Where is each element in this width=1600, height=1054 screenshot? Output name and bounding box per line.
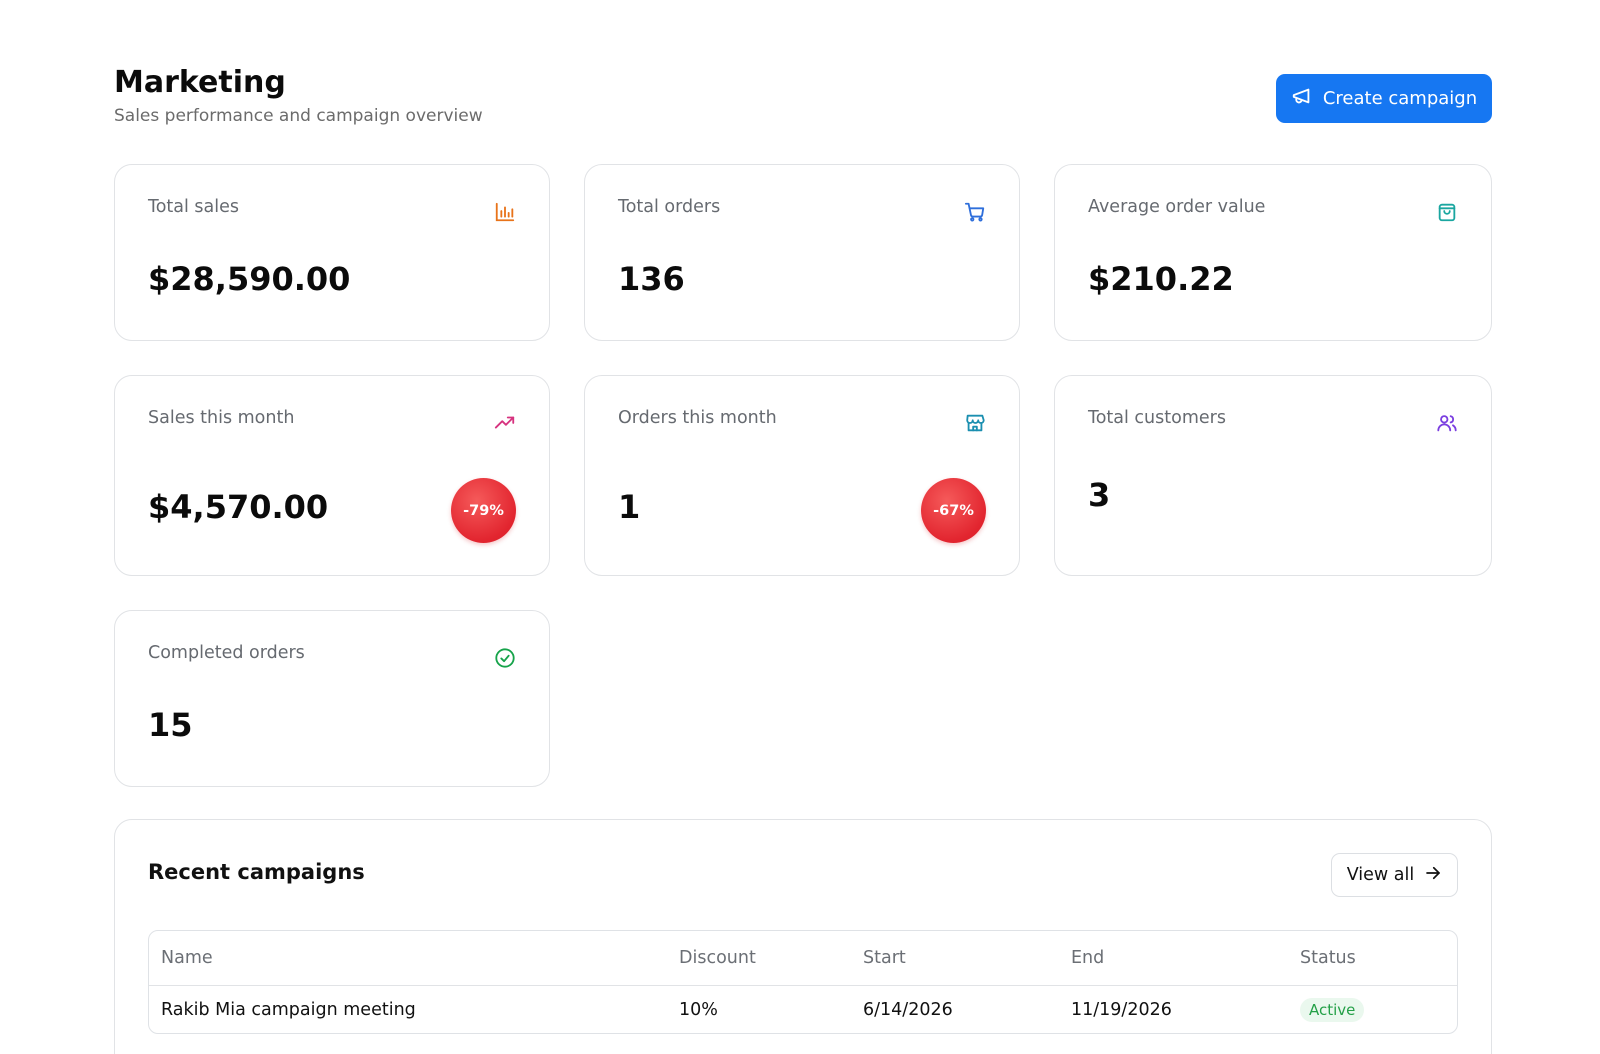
total-orders-value: 136 (618, 260, 685, 298)
average-order-value-card: Average order value $210.22 (1054, 164, 1492, 341)
total-customers-label: Total customers (1088, 408, 1226, 428)
campaign-end: 11/19/2026 (1071, 1000, 1172, 1020)
shopping-cart-icon (964, 201, 986, 223)
total-orders-label: Total orders (618, 197, 721, 217)
trending-up-icon (494, 412, 516, 434)
create-campaign-button[interactable]: Create campaign (1276, 74, 1492, 123)
status-badge: Active (1300, 998, 1365, 1022)
orders-this-month-label: Orders this month (618, 408, 777, 428)
table-row[interactable]: Rakib Mia campaign meeting 10% 6/14/2026… (149, 986, 1457, 1033)
view-all-label: View all (1346, 865, 1415, 885)
users-icon (1436, 412, 1458, 434)
store-icon (964, 412, 986, 434)
total-orders-card: Total orders 136 (584, 164, 1020, 341)
campaigns-table: Name Discount Start End Status Rakib Mia… (148, 930, 1458, 1034)
campaign-name: Rakib Mia campaign meeting (161, 1000, 416, 1020)
sales-change-badge: -79% (451, 478, 516, 543)
total-sales-label: Total sales (148, 197, 240, 217)
campaign-discount: 10% (679, 1000, 718, 1020)
shopping-bag-icon (1436, 201, 1458, 223)
total-sales-card: Total sales $28,590.00 (114, 164, 550, 341)
arrow-right-icon (1424, 864, 1442, 887)
orders-this-month-value: 1 (618, 488, 641, 526)
campaign-status: Active (1300, 986, 1365, 1033)
megaphone-icon (1291, 85, 1313, 112)
table-header: Name Discount Start End Status (149, 931, 1457, 986)
completed-orders-value: 15 (148, 706, 193, 744)
sales-this-month-value: $4,570.00 (148, 488, 329, 526)
completed-orders-card: Completed orders 15 (114, 610, 550, 787)
total-customers-value: 3 (1088, 476, 1111, 514)
recent-campaigns-panel: Recent campaigns View all Name Discount … (114, 819, 1492, 1054)
average-order-value-label: Average order value (1088, 197, 1266, 217)
page-header: Marketing Sales performance and campaign… (114, 62, 1492, 132)
campaign-start: 6/14/2026 (863, 1000, 953, 1020)
sales-this-month-label: Sales this month (148, 408, 295, 428)
average-order-value-value: $210.22 (1088, 260, 1234, 298)
bar-chart-icon (494, 201, 516, 223)
orders-this-month-card: Orders this month 1 -67% (584, 375, 1020, 576)
column-header-start[interactable]: Start (863, 931, 906, 985)
completed-orders-label: Completed orders (148, 643, 305, 663)
recent-campaigns-title: Recent campaigns (148, 860, 365, 884)
sales-this-month-card: Sales this month $4,570.00 -79% (114, 375, 550, 576)
column-header-status[interactable]: Status (1300, 931, 1356, 985)
create-campaign-label: Create campaign (1322, 88, 1478, 109)
column-header-name[interactable]: Name (161, 931, 213, 985)
total-sales-value: $28,590.00 (148, 260, 351, 298)
check-circle-icon (494, 647, 516, 669)
column-header-discount[interactable]: Discount (679, 931, 756, 985)
total-customers-card: Total customers 3 (1054, 375, 1492, 576)
view-all-button[interactable]: View all (1331, 853, 1458, 897)
column-header-end[interactable]: End (1071, 931, 1104, 985)
orders-change-badge: -67% (921, 478, 986, 543)
